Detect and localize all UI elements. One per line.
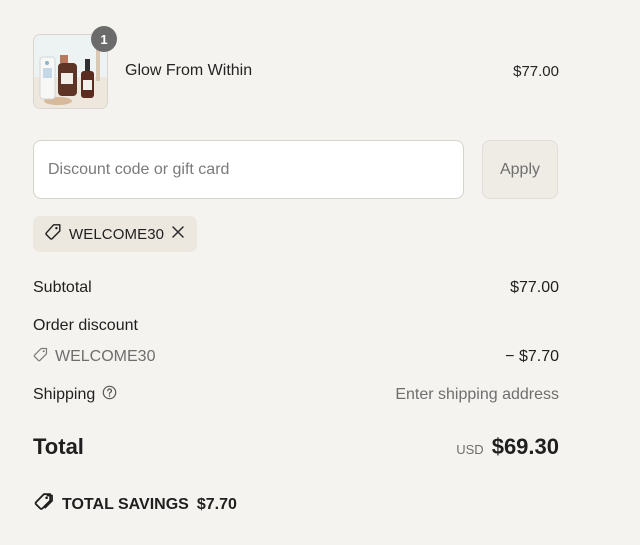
discount-detail-row: WELCOME30 − $7.70 [33,347,559,367]
total-row: Total USD $69.30 [33,434,559,460]
shipping-label: Shipping [33,386,96,403]
product-price: $77.00 [513,63,559,80]
shipping-label-group: Shipping [33,385,117,405]
product-name: Glow From Within [125,62,253,79]
discount-code-summary: WELCOME30 [33,347,155,367]
quantity-badge: 1 [91,26,117,52]
total-value-group: USD $69.30 [456,434,559,460]
discount-tag-icon [44,223,62,245]
order-discount-row: Order discount [33,317,559,335]
total-label: Total [33,434,84,459]
discount-value: − $7.70 [505,348,559,365]
total-savings-label: TOTAL SAVINGS [62,496,189,513]
discount-code-input[interactable]: Discount code or gift card [33,140,464,199]
savings-tag-icon [33,492,54,518]
total-savings-amount: $7.70 [196,496,237,513]
subtotal-value: $77.00 [510,279,559,296]
discount-tag-icon [33,347,48,367]
subtotal-row: Subtotal $77.00 [33,279,559,297]
currency-code: USD [456,442,484,457]
shipping-value: Enter shipping address [395,386,559,403]
help-icon[interactable] [102,385,117,405]
total-savings: TOTAL SAVINGS $7.70 [33,492,237,518]
total-amount: $69.30 [491,434,559,459]
shipping-row: Shipping Enter shipping address [33,385,559,405]
discount-code-label: WELCOME30 [55,348,156,365]
cart-line-item: 1 Glow From Within $77.00 [33,26,559,110]
subtotal-label: Subtotal [33,279,92,296]
apply-discount-button[interactable]: Apply [482,140,558,199]
applied-discount-code: WELCOME30 [69,225,165,243]
remove-discount-icon[interactable] [171,225,185,243]
applied-discount-chip: WELCOME30 [33,216,198,252]
order-discount-label: Order discount [33,317,138,334]
